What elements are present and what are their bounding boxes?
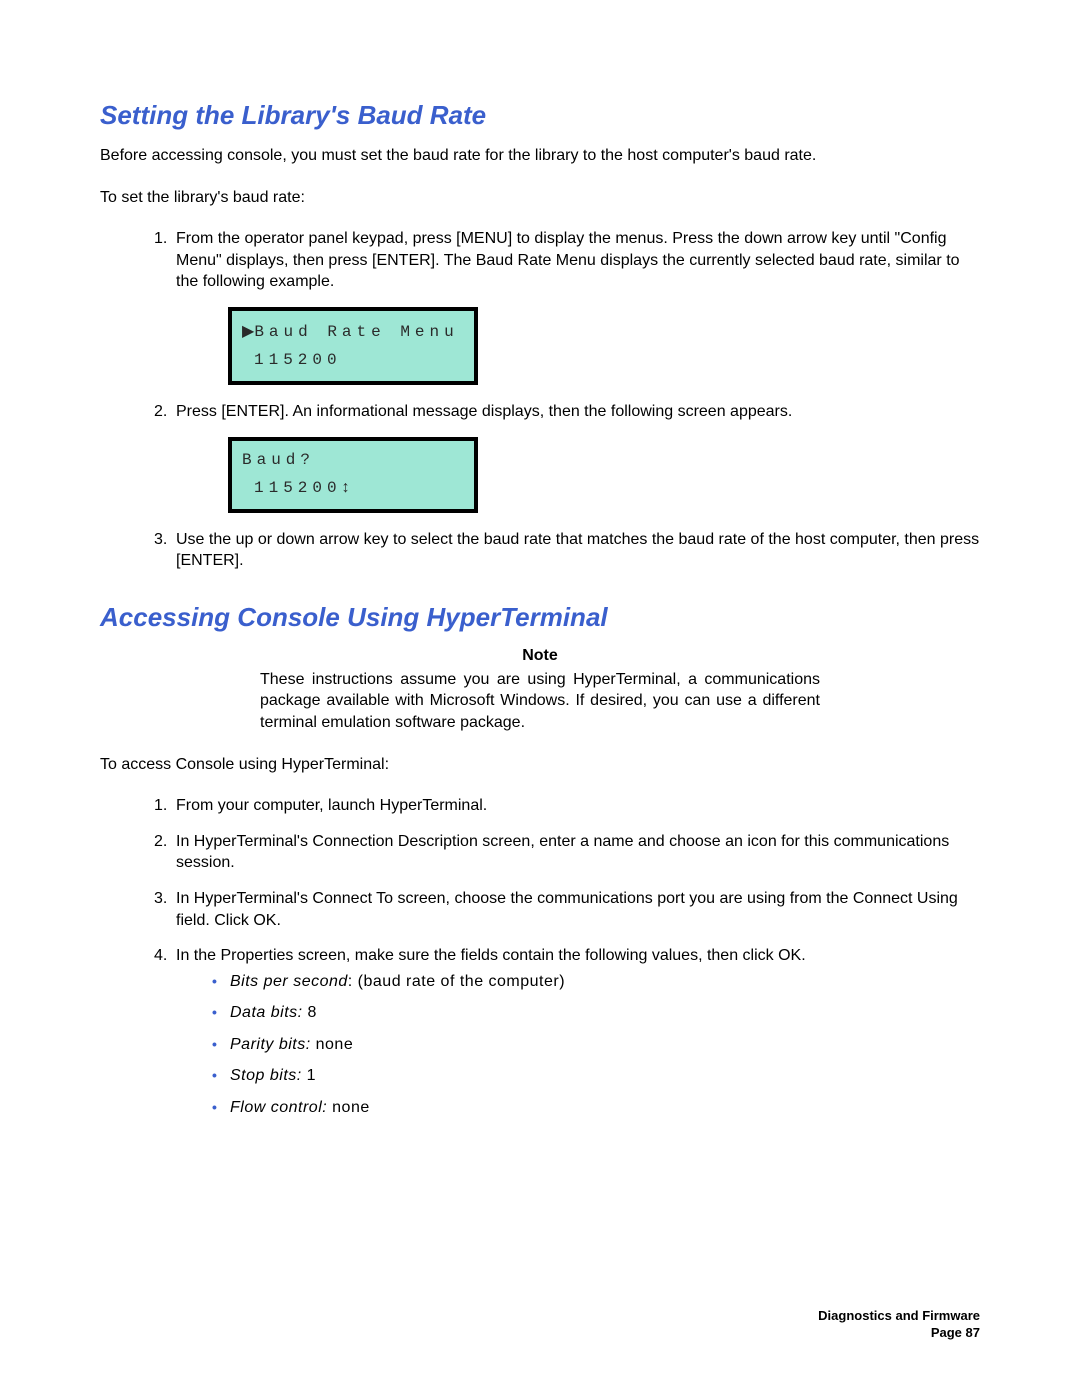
prop-value: : (baud rate of the computer) — [348, 973, 565, 990]
lcd-line: Baud? — [242, 451, 464, 469]
lcd-line: Baud Rate Menu — [254, 323, 458, 341]
step-text: From your computer, launch HyperTerminal… — [176, 795, 980, 817]
prop-label: Data bits: — [230, 1004, 303, 1021]
updown-arrow-icon: ↕ — [342, 479, 350, 496]
list-item: 2. Press [ENTER]. An informational messa… — [154, 401, 980, 423]
heading-baud-rate: Setting the Library's Baud Rate — [100, 100, 980, 131]
lcd-line: 115200 — [242, 351, 464, 369]
bullet-icon: • — [212, 1065, 230, 1087]
ordered-list-1: 1. From the operator panel keypad, press… — [100, 228, 980, 293]
lcd-display-1: ▶Baud Rate Menu 115200 — [228, 307, 478, 385]
footer-page: Page 87 — [818, 1325, 980, 1342]
step-text: Use the up or down arrow key to select t… — [176, 529, 980, 572]
right-arrow-icon: ▶ — [242, 323, 254, 340]
list-item: • Parity bits: none — [212, 1034, 980, 1056]
list-item: 3. Use the up or down arrow key to selec… — [154, 529, 980, 572]
note-block: Note These instructions assume you are u… — [260, 647, 820, 734]
note-label: Note — [260, 647, 820, 665]
list-item: • Data bits: 8 — [212, 1002, 980, 1024]
list-item: 1. From your computer, launch HyperTermi… — [154, 795, 980, 817]
list-item: 1. From the operator panel keypad, press… — [154, 228, 980, 293]
heading-hyperterminal: Accessing Console Using HyperTerminal — [100, 602, 980, 633]
prop-value: none — [327, 1099, 370, 1116]
prop-label: Parity bits: — [230, 1036, 311, 1053]
bullet-icon: • — [212, 1002, 230, 1024]
step-text: From the operator panel keypad, press [M… — [176, 228, 980, 293]
ordered-list-1: 2. Press [ENTER]. An informational messa… — [100, 401, 980, 423]
lead-in-1: To set the library's baud rate: — [100, 187, 980, 209]
list-item: 4. In the Properties screen, make sure t… — [154, 945, 980, 1129]
lead-in-2: To access Console using HyperTerminal: — [100, 754, 980, 776]
ordered-list-2: 1. From your computer, launch HyperTermi… — [100, 795, 980, 1129]
step-text: In HyperTerminal's Connect To screen, ch… — [176, 888, 980, 931]
page: Setting the Library's Baud Rate Before a… — [0, 0, 1080, 1397]
lcd-display-2: Baud? 115200↕ — [228, 437, 478, 513]
bullet-icon: • — [212, 1034, 230, 1056]
prop-value: 8 — [303, 1004, 317, 1021]
prop-value: 1 — [302, 1067, 316, 1084]
list-item: • Stop bits: 1 — [212, 1065, 980, 1087]
list-item: • Flow control: none — [212, 1097, 980, 1119]
properties-list: • Bits per second: (baud rate of the com… — [212, 971, 980, 1119]
list-item: 3. In HyperTerminal's Connect To screen,… — [154, 888, 980, 931]
prop-label: Bits per second — [230, 973, 348, 990]
prop-value: none — [311, 1036, 354, 1053]
prop-label: Stop bits: — [230, 1067, 302, 1084]
ordered-list-1: 3. Use the up or down arrow key to selec… — [100, 529, 980, 572]
intro-paragraph: Before accessing console, you must set t… — [100, 145, 980, 167]
list-item: 2. In HyperTerminal's Connection Descrip… — [154, 831, 980, 874]
footer-chapter: Diagnostics and Firmware — [818, 1308, 980, 1325]
bullet-icon: • — [212, 1097, 230, 1119]
step-text: In HyperTerminal's Connection Descriptio… — [176, 831, 980, 874]
bullet-icon: • — [212, 971, 230, 993]
list-item: • Bits per second: (baud rate of the com… — [212, 971, 980, 993]
page-footer: Diagnostics and Firmware Page 87 — [818, 1308, 980, 1342]
step-text: Press [ENTER]. An informational message … — [176, 401, 980, 423]
note-body: These instructions assume you are using … — [260, 669, 820, 734]
lcd-line: 115200 — [254, 479, 342, 497]
prop-label: Flow control: — [230, 1099, 327, 1116]
step-text: In the Properties screen, make sure the … — [176, 945, 980, 1129]
